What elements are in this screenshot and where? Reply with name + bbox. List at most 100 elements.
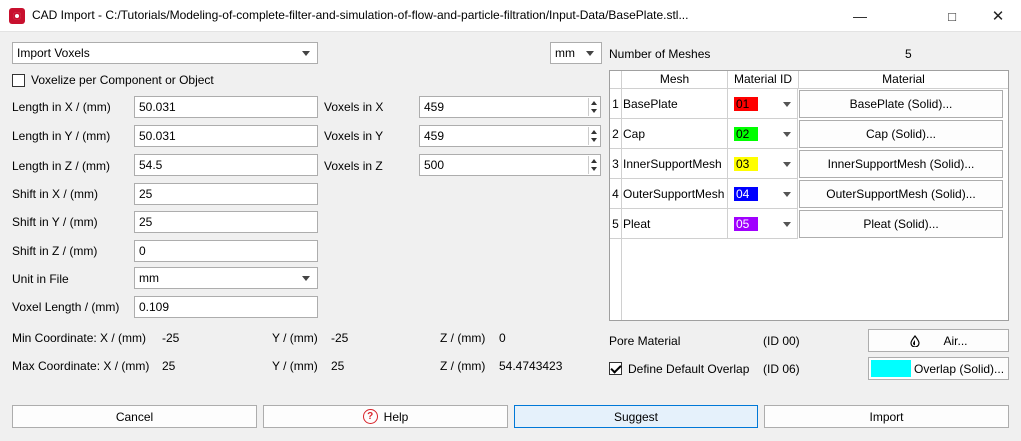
minimize-icon[interactable]: —: [837, 0, 883, 32]
mesh-name-cell: Pleat: [622, 209, 728, 239]
max-y-label: Y / (mm): [272, 359, 318, 373]
overlap-color-swatch: [871, 360, 911, 377]
pore-material-button[interactable]: Air...: [868, 329, 1009, 352]
close-icon[interactable]: ✕: [975, 0, 1021, 32]
shift-x-input[interactable]: 25: [134, 183, 318, 205]
length-z-label: Length in Z / (mm): [12, 159, 111, 173]
material-button[interactable]: BasePlate (Solid)...: [799, 90, 1003, 118]
voxels-x-label: Voxels in X: [324, 100, 384, 114]
help-button[interactable]: ? Help: [263, 405, 508, 428]
min-coordinate-label: Min Coordinate: X / (mm): [12, 331, 147, 345]
min-z-label: Z / (mm): [440, 331, 486, 345]
voxels-y-label: Voxels in Y: [324, 129, 384, 143]
chevron-down-icon: [783, 132, 791, 137]
chevron-down-icon: [586, 51, 594, 56]
number-of-meshes-value: 5: [905, 47, 912, 61]
material-button[interactable]: OuterSupportMesh (Solid)...: [799, 180, 1003, 208]
length-x-label: Length in X / (mm): [12, 100, 111, 114]
material-button[interactable]: InnerSupportMesh (Solid)...: [799, 150, 1003, 178]
min-y-label: Y / (mm): [272, 331, 318, 345]
material-id-swatch: 04: [734, 187, 758, 201]
material-id-select[interactable]: 03: [728, 149, 798, 179]
row-number[interactable]: 3: [610, 149, 622, 179]
voxels-y-spinbox[interactable]: 459: [419, 125, 601, 147]
material-id-select[interactable]: 01: [728, 89, 798, 119]
row-header-gutter: [610, 239, 622, 320]
import-mode-select[interactable]: Import Voxels: [12, 42, 318, 64]
unit-in-file-label: Unit in File: [12, 272, 69, 286]
overlap-material-button-label: Overlap (Solid)...: [914, 361, 1005, 376]
row-number[interactable]: 4: [610, 179, 622, 209]
mesh-name-cell: OuterSupportMesh: [622, 179, 728, 209]
water-drop-icon: [910, 334, 921, 347]
voxelize-label: Voxelize per Component or Object: [31, 73, 214, 87]
material-id-select[interactable]: 05: [728, 209, 798, 239]
maximize-icon[interactable]: □: [929, 0, 975, 32]
spin-arrows-icon[interactable]: [588, 98, 599, 116]
chevron-down-icon: [302, 51, 310, 56]
length-z-input[interactable]: 54.5: [134, 154, 318, 176]
max-x-value: 25: [162, 359, 176, 373]
spin-arrows-icon[interactable]: [588, 156, 599, 174]
unit-in-file-select[interactable]: mm: [134, 267, 318, 289]
shift-z-input[interactable]: 0: [134, 240, 318, 262]
column-header-material[interactable]: Material: [799, 71, 1008, 89]
min-y-value: -25: [331, 331, 349, 345]
voxels-x-spinbox[interactable]: 459: [419, 96, 601, 118]
length-x-input[interactable]: 50.031: [134, 96, 318, 118]
column-header-material-id[interactable]: Material ID: [728, 71, 799, 89]
material-id-swatch: 03: [734, 157, 758, 171]
define-default-overlap-checkbox[interactable]: [609, 362, 622, 375]
voxels-z-label: Voxels in Z: [324, 159, 383, 173]
voxels-y-value: 459: [424, 129, 445, 143]
max-coordinate-label: Max Coordinate: X / (mm): [12, 359, 150, 373]
material-id-swatch: 02: [734, 127, 758, 141]
column-header-mesh[interactable]: Mesh: [622, 71, 728, 89]
row-number[interactable]: 1: [610, 89, 622, 119]
number-of-meshes-label: Number of Meshes: [609, 47, 711, 61]
cancel-button[interactable]: Cancel: [12, 405, 257, 428]
max-y-value: 25: [331, 359, 345, 373]
length-y-input[interactable]: 50.031: [134, 125, 318, 147]
voxel-length-input[interactable]: 0.109: [134, 296, 318, 318]
shift-y-input[interactable]: 25: [134, 211, 318, 233]
shift-x-label: Shift in X / (mm): [12, 187, 99, 201]
import-mode-value: Import Voxels: [17, 46, 90, 60]
spin-arrows-icon[interactable]: [588, 127, 599, 145]
units-value: mm: [555, 46, 575, 60]
min-x-value: -25: [162, 331, 180, 345]
material-button[interactable]: Pleat (Solid)...: [799, 210, 1003, 238]
row-number[interactable]: 2: [610, 119, 622, 149]
material-id-select[interactable]: 04: [728, 179, 798, 209]
shift-z-label: Shift in Z / (mm): [12, 244, 98, 258]
units-select[interactable]: mm: [550, 42, 602, 64]
mesh-table: Mesh Material ID Material 1 BasePlate 01…: [609, 70, 1009, 321]
overlap-id: (ID 06): [763, 362, 800, 376]
overlap-material-button[interactable]: Overlap (Solid)...: [868, 357, 1009, 380]
chevron-down-icon: [302, 276, 310, 281]
row-number[interactable]: 5: [610, 209, 622, 239]
chevron-down-icon: [783, 102, 791, 107]
material-id-swatch: 05: [734, 217, 758, 231]
voxels-x-value: 459: [424, 100, 445, 114]
voxelize-checkbox[interactable]: [12, 74, 25, 87]
material-button[interactable]: Cap (Solid)...: [799, 120, 1003, 148]
max-z-value: 54.4743423: [499, 359, 563, 373]
help-button-label: Help: [383, 409, 409, 424]
voxels-z-spinbox[interactable]: 500: [419, 154, 601, 176]
max-z-label: Z / (mm): [440, 359, 486, 373]
chevron-down-icon: [783, 162, 791, 167]
import-button[interactable]: Import: [764, 405, 1009, 428]
define-default-overlap-label: Define Default Overlap: [628, 362, 750, 376]
unit-in-file-value: mm: [139, 271, 159, 285]
suggest-button[interactable]: Suggest: [514, 405, 758, 428]
help-icon: ?: [362, 409, 378, 424]
chevron-down-icon: [783, 222, 791, 227]
mesh-name-cell: BasePlate: [622, 89, 728, 119]
min-z-value: 0: [499, 331, 506, 345]
material-id-swatch: 01: [734, 97, 758, 111]
voxel-length-label: Voxel Length / (mm): [12, 300, 120, 314]
material-id-select[interactable]: 02: [728, 119, 798, 149]
pore-material-button-label: Air...: [943, 333, 968, 348]
chevron-down-icon: [783, 192, 791, 197]
